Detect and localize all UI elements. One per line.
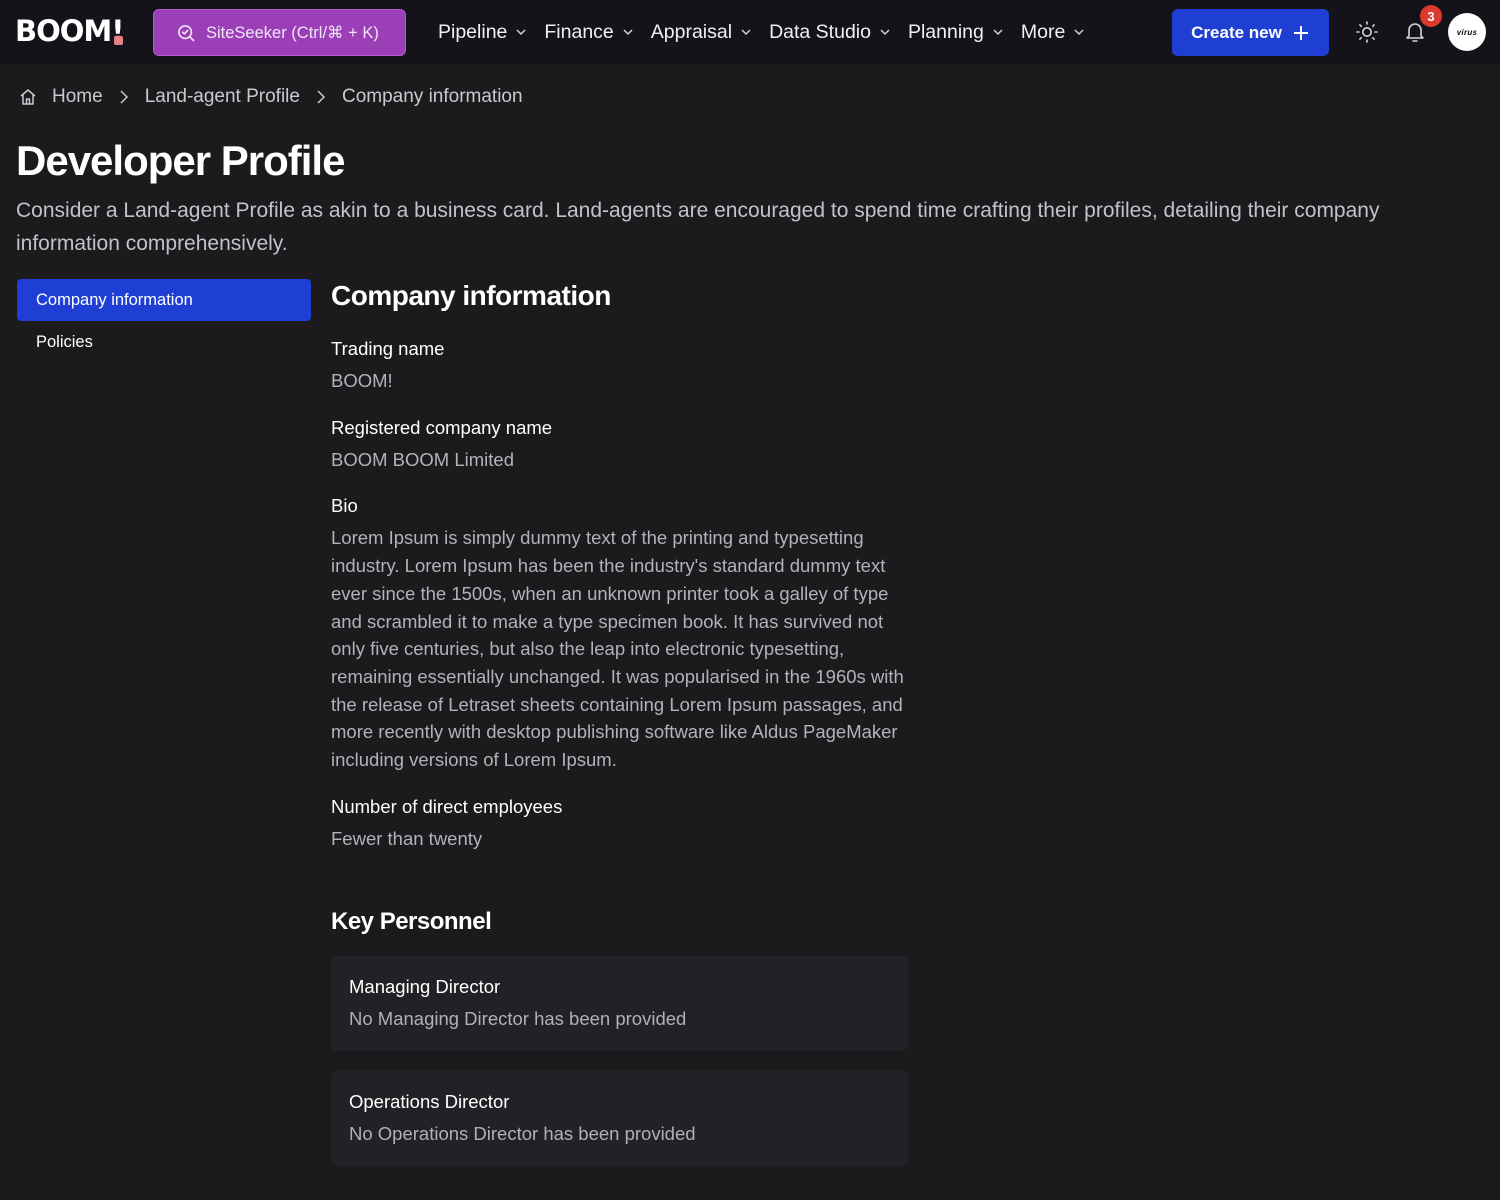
field-label: Number of direct employees — [331, 795, 563, 817]
breadcrumb-home[interactable]: Home — [52, 86, 103, 108]
chevron-right-icon — [317, 90, 326, 104]
create-new-button[interactable]: Create new — [1172, 9, 1329, 56]
field-registered-company-name: Registered company name BOOM BOOM Limite… — [331, 415, 908, 474]
nav-finance[interactable]: Finance — [544, 21, 633, 44]
create-new-label: Create new — [1191, 22, 1282, 42]
personnel-role: Managing Director — [349, 976, 501, 998]
chevron-down-icon — [880, 29, 890, 36]
nav-label: Finance — [544, 20, 614, 43]
home-icon[interactable] — [18, 87, 38, 107]
nav-label: Pipeline — [438, 20, 508, 43]
breadcrumb-current: Company information — [341, 86, 523, 107]
nav-label: Data Studio — [769, 20, 871, 43]
search-check-icon — [178, 24, 195, 41]
nav-data-studio[interactable]: Data Studio — [769, 21, 891, 44]
chevron-down-icon — [516, 29, 526, 36]
siteseeker-search-button[interactable]: SiteSeeker (Ctrl/⌘ + K) — [153, 9, 406, 56]
personnel-value: No Managing Director has been provided — [349, 1008, 687, 1030]
page-title: Developer Profile — [16, 137, 345, 184]
chevron-down-icon — [993, 29, 1003, 36]
page-description: Consider a Land-agent Profile as akin to… — [16, 199, 1380, 255]
chevron-down-icon — [1074, 29, 1084, 36]
field-trading-name: Trading name BOOM! — [331, 336, 908, 395]
nav-label: Appraisal — [650, 20, 733, 43]
main-nav: Pipeline Finance Appraisal Data Studio P… — [438, 0, 1102, 64]
chevron-down-icon — [623, 29, 633, 36]
theme-toggle-sun-icon[interactable] — [1355, 20, 1379, 44]
field-value: BOOM! — [331, 370, 393, 391]
sidenav-item-company-information[interactable]: Company information — [17, 279, 311, 321]
sidenav-label: Policies — [36, 332, 93, 351]
sidenav-item-policies[interactable]: Policies — [17, 321, 311, 363]
nav-appraisal[interactable]: Appraisal — [651, 21, 752, 44]
personnel-role: Operations Director — [349, 1091, 510, 1113]
company-information-panel: Company information Trading name BOOM! R… — [331, 278, 908, 1167]
siteseeker-label: SiteSeeker (Ctrl/⌘ + K) — [206, 23, 379, 42]
personnel-card-operations-director: Operations Director No Operations Direct… — [331, 1071, 908, 1167]
field-number-of-employees: Number of direct employees Fewer than tw… — [331, 794, 908, 853]
logo-bang: ! — [111, 14, 124, 48]
personnel-card-managing-director: Managing Director No Managing Director h… — [331, 956, 908, 1052]
breadcrumb: Home Land-agent Profile Company informat… — [18, 84, 523, 110]
section-title: Company information — [331, 280, 611, 311]
boom-logo[interactable]: BOOM! — [15, 14, 125, 48]
user-avatar[interactable]: virus — [1448, 13, 1486, 51]
nav-planning[interactable]: Planning — [908, 21, 1004, 44]
sidenav-label: Company information — [36, 290, 193, 309]
personnel-value: No Operations Director has been provided — [349, 1123, 696, 1145]
nav-pipeline[interactable]: Pipeline — [438, 21, 527, 44]
plus-icon — [1293, 25, 1308, 40]
notification-count-badge: 3 — [1420, 5, 1442, 27]
chevron-down-icon — [741, 29, 751, 36]
field-label: Bio — [331, 495, 358, 517]
field-bio: Bio Lorem Ipsum is simply dummy text of … — [331, 493, 908, 773]
field-value: BOOM BOOM Limited — [331, 448, 514, 470]
field-label: Trading name — [331, 338, 445, 359]
top-navigation-bar: BOOM! SiteSeeker (Ctrl/⌘ + K) Pipeline F… — [0, 0, 1500, 64]
field-value: Fewer than twenty — [331, 827, 483, 849]
nav-label: Planning — [907, 20, 984, 43]
nav-label: More — [1020, 20, 1066, 43]
logo-text: BOOM — [15, 14, 112, 48]
breadcrumb-land-agent-profile[interactable]: Land-agent Profile — [145, 86, 300, 108]
chevron-right-icon — [120, 90, 128, 104]
profile-side-nav: Company information Policies — [17, 279, 311, 363]
key-personnel-title: Key Personnel — [331, 908, 492, 936]
nav-more[interactable]: More — [1021, 21, 1085, 44]
field-value: Lorem Ipsum is simply dummy text of the … — [331, 527, 904, 771]
field-label: Registered company name — [331, 416, 553, 438]
